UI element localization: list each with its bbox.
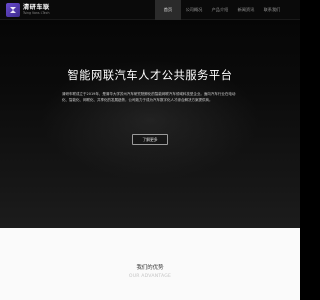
nav-item-news[interactable]: 新闻资讯: [233, 0, 259, 20]
hero-title: 智能网联汽车人才公共服务平台: [67, 69, 233, 82]
logo-text: 清研车联 Tsing Vans I-Tech: [23, 4, 50, 15]
nav-item-company[interactable]: 公司概况: [181, 0, 207, 20]
nav-item-contact[interactable]: 联系我们: [259, 0, 285, 20]
hero-section: 清研车联 Tsing Vans I-Tech 首页 公司概况 产品介绍 新闻资讯…: [0, 0, 300, 228]
advantage-title: 我们的优势: [136, 265, 164, 271]
advantage-section: 我们的优势 OUR ADVANTAGE: [0, 228, 300, 300]
learn-more-button[interactable]: 了解更多: [132, 134, 168, 145]
advantage-subtitle: OUR ADVANTAGE: [128, 274, 172, 279]
nav-item-home[interactable]: 首页: [155, 0, 181, 20]
hero-description: 清研车联成立于2019年，是清华大学苏州汽车研究院孵化的智能网联汽车领域科技型企…: [62, 92, 236, 103]
site-logo[interactable]: 清研车联 Tsing Vans I-Tech: [6, 2, 50, 18]
logo-mark-icon: [6, 3, 20, 17]
main-nav: 首页 公司概况 产品介绍 新闻资讯 联系我们: [155, 0, 285, 20]
top-navbar: 清研车联 Tsing Vans I-Tech 首页 公司概况 产品介绍 新闻资讯…: [0, 0, 300, 20]
logo-name-en: Tsing Vans I-Tech: [23, 11, 50, 15]
nav-item-products[interactable]: 产品介绍: [207, 0, 233, 20]
